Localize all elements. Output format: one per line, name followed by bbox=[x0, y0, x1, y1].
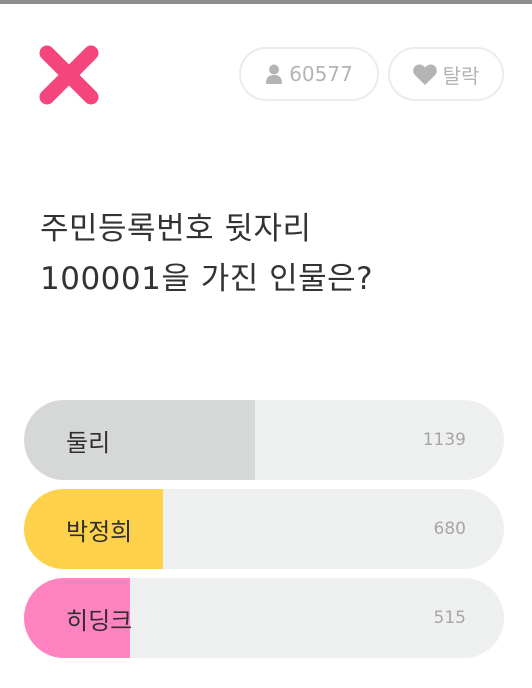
participant-count-badge: 60577 bbox=[239, 47, 379, 101]
participant-count: 60577 bbox=[289, 62, 353, 86]
option-vote-count: 1139 bbox=[422, 430, 466, 450]
leave-button[interactable]: 탈락 bbox=[388, 47, 504, 101]
person-icon bbox=[266, 64, 283, 84]
question-text: 주민등록번호 뒷자리 100001을 가진 인물은? bbox=[40, 204, 500, 304]
option-label: 히딩크 bbox=[66, 606, 133, 635]
heart-icon bbox=[412, 64, 437, 85]
vote-share-bar bbox=[24, 400, 255, 480]
option-vote-count: 515 bbox=[433, 608, 466, 628]
option-label: 박정희 bbox=[66, 517, 133, 546]
option-vote-count: 680 bbox=[433, 519, 466, 539]
leave-label: 탈락 bbox=[442, 63, 480, 88]
question-line-2: 100001을 가진 인물은? bbox=[40, 261, 374, 297]
close-icon[interactable] bbox=[36, 42, 102, 108]
answer-option-1[interactable]: 둘리 1139 bbox=[24, 400, 504, 480]
answer-option-3[interactable]: 히딩크 515 bbox=[24, 578, 504, 658]
top-divider bbox=[0, 0, 532, 4]
question-line-1: 주민등록번호 뒷자리 bbox=[40, 211, 312, 247]
option-label: 둘리 bbox=[66, 428, 111, 457]
answer-option-2[interactable]: 박정희 680 bbox=[24, 489, 504, 569]
